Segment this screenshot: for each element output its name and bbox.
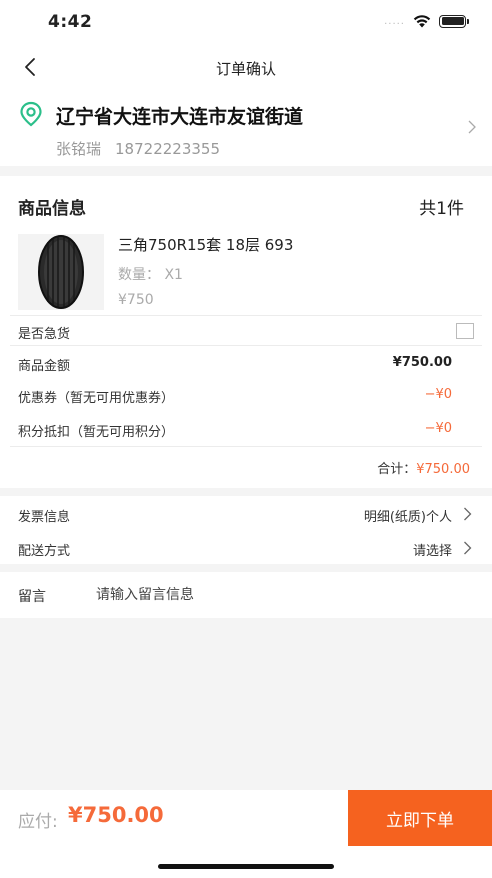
urgent-label: 是否急货 xyxy=(18,327,71,342)
chevron-right-icon xyxy=(464,507,472,521)
total-row: 合计：¥750.00 xyxy=(377,458,470,477)
amount-label: 商品金额 xyxy=(18,359,71,374)
divider xyxy=(10,345,482,346)
product-item[interactable]: 三角750R15套 18层 693 数量： X1 ¥750 xyxy=(0,230,492,314)
location-pin-icon xyxy=(20,101,42,127)
home-indicator[interactable] xyxy=(158,864,334,869)
invoice-label: 发票信息 xyxy=(18,510,71,525)
coupon-label: 优惠券（暂无可用优惠券） xyxy=(18,391,175,406)
product-name: 三角750R15套 18层 693 xyxy=(118,236,294,254)
invoice-card: 发票信息 明细(纸质)个人 配送方式 请选择 xyxy=(0,496,492,564)
divider xyxy=(10,446,482,447)
amount-value: ¥750.00 xyxy=(392,355,452,370)
goods-header: 商品信息 共1件 xyxy=(0,176,492,230)
status-icons: ..... xyxy=(384,14,469,28)
home-area xyxy=(0,846,492,878)
invoice-value: 明细(纸质)个人 xyxy=(363,510,452,525)
tire-image xyxy=(18,234,104,310)
total-label: 合计： xyxy=(377,462,417,477)
address-contact: 张铭瑞 18722223355 xyxy=(56,138,220,159)
goods-count: 共1件 xyxy=(419,199,464,219)
contact-phone: 18722223355 xyxy=(115,140,220,158)
bottom-bar: 应付: ¥750.00 立即下单 xyxy=(0,790,492,846)
address-line: 辽宁省大连市大连市友谊街道 xyxy=(56,106,304,128)
message-input[interactable] xyxy=(96,584,466,606)
delivery-label: 配送方式 xyxy=(18,544,71,559)
goods-card: 商品信息 共1件 三角750R15套 18层 693 数量： X1 ¥750 是… xyxy=(0,176,492,488)
chevron-right-icon xyxy=(468,120,476,134)
battery-icon xyxy=(439,14,469,28)
nav-bar: 订单确认 xyxy=(0,46,492,88)
submit-order-button[interactable]: 立即下单 xyxy=(348,790,492,846)
amount-row: 商品金额 ¥750.00 xyxy=(0,348,492,378)
wifi-icon xyxy=(413,15,431,28)
status-bar: 4:42 ..... xyxy=(0,0,492,46)
message-label: 留言 xyxy=(18,589,46,605)
message-card: 留言 xyxy=(0,572,492,618)
contact-name: 张铭瑞 xyxy=(56,140,102,158)
coupon-value: −¥0 xyxy=(424,387,452,402)
product-quantity: 数量： X1 xyxy=(118,267,183,283)
pay-label: 应付: xyxy=(18,812,58,832)
pay-amount: ¥750.00 xyxy=(68,803,164,827)
address-card[interactable]: 辽宁省大连市大连市友谊街道 张铭瑞 18722223355 xyxy=(0,88,492,166)
coupon-row[interactable]: 优惠券（暂无可用优惠券） −¥0 xyxy=(0,380,492,410)
invoice-row[interactable]: 发票信息 明细(纸质)个人 xyxy=(0,498,492,528)
total-value: ¥750.00 xyxy=(416,462,470,477)
points-row[interactable]: 积分抵扣（暂无可用积分） −¥0 xyxy=(0,414,492,444)
chevron-right-icon xyxy=(464,541,472,555)
urgent-checkbox[interactable] xyxy=(456,323,474,339)
points-value: −¥0 xyxy=(424,421,452,436)
product-price: ¥750 xyxy=(118,292,154,308)
signal-icon: ..... xyxy=(384,15,405,27)
delivery-row[interactable]: 配送方式 请选择 xyxy=(0,532,492,562)
points-label: 积分抵扣（暂无可用积分） xyxy=(18,425,175,440)
delivery-value: 请选择 xyxy=(412,544,452,559)
goods-header-title: 商品信息 xyxy=(18,199,86,219)
status-time: 4:42 xyxy=(48,12,93,32)
urgent-row: 是否急货 xyxy=(0,316,492,346)
page-title: 订单确认 xyxy=(215,60,276,78)
